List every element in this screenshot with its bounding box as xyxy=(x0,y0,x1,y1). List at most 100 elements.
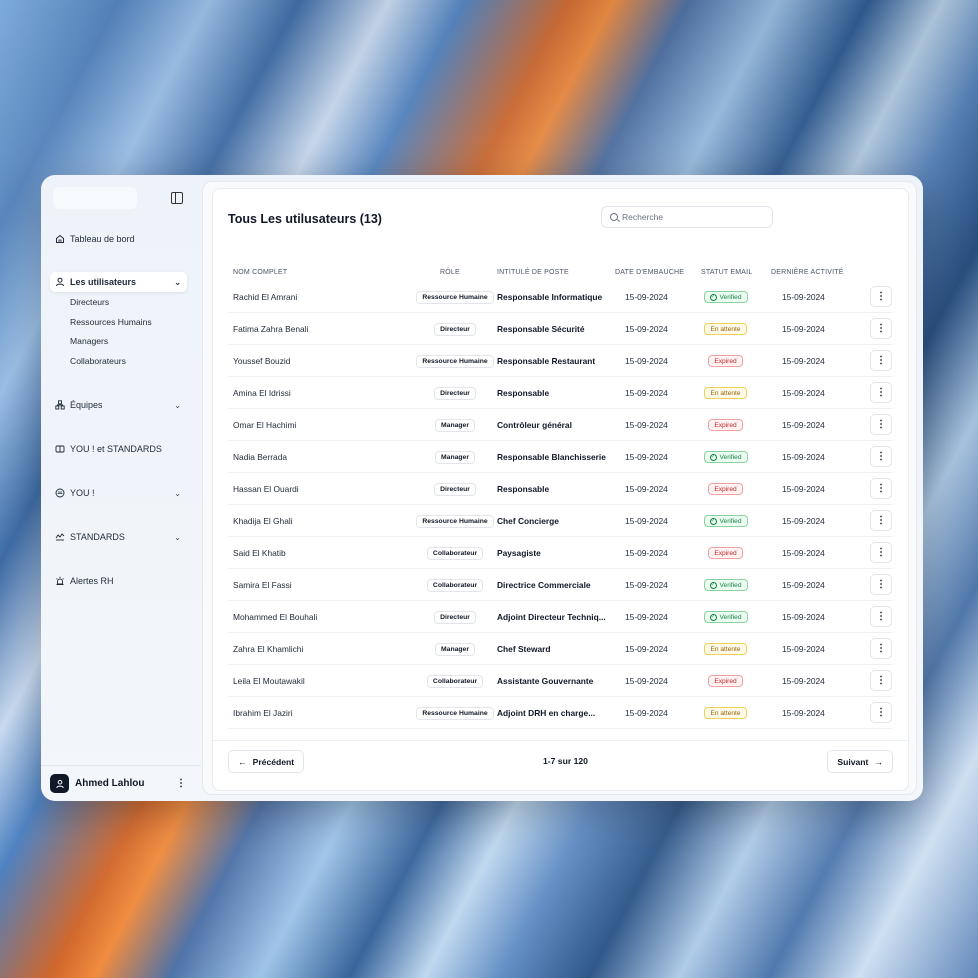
email-status-label: En attente xyxy=(710,325,741,333)
user-profile[interactable]: Ahmed Lahlou ⋮ xyxy=(41,765,201,801)
row-actions-button[interactable]: ⋮ xyxy=(870,318,892,339)
more-vertical-icon: ⋮ xyxy=(876,387,886,398)
email-status-badge: Expired xyxy=(708,355,743,367)
hire-date: 15-09-2024 xyxy=(625,356,668,366)
column-header-hire-date[interactable]: DATE D'EMBAUCHE xyxy=(615,269,684,276)
role-badge: Collaborateur xyxy=(426,674,484,688)
more-vertical-icon: ⋮ xyxy=(876,451,886,462)
user-full-name: Nadia Berrada xyxy=(233,452,288,462)
row-actions-button[interactable]: ⋮ xyxy=(870,382,892,403)
table-row[interactable]: Omar El Hachimi Manager Contrôleur général… xyxy=(228,409,892,441)
sidebar-subitem-managers[interactable]: Managers xyxy=(70,336,108,346)
sidebar-item-you-standards[interactable]: YOU ! et STANDARDS xyxy=(50,439,187,459)
job-title: Responsable xyxy=(497,484,550,494)
email-status-badge: En attente xyxy=(704,323,747,335)
app-window: Tableau de bord Les utilisateurs ⌄ Direc… xyxy=(41,175,923,801)
last-activity: 15-09-2024 xyxy=(782,484,825,494)
email-status-badge: ✓ Verified xyxy=(703,515,748,527)
pagination: ← Précédent 1-7 sur 120 Suivant → xyxy=(213,740,908,790)
table-row[interactable]: Samira El Fassi Collaborateur Directrice C… xyxy=(228,569,892,601)
row-actions-button[interactable]: ⋮ xyxy=(870,542,892,563)
job-title: Responsable Restaurant xyxy=(497,356,596,366)
more-vertical-icon: ⋮ xyxy=(876,547,886,558)
more-vertical-icon: ⋮ xyxy=(876,323,886,334)
content-area: Tous Les utilusateurs (13) Recherche NOM… xyxy=(202,181,917,795)
table-row[interactable]: Amina El Idrissi Directeur Responsable 15-0… xyxy=(228,377,892,409)
next-label: Suivant xyxy=(837,756,869,767)
email-status-label: En attente xyxy=(710,645,741,653)
row-actions-button[interactable]: ⋮ xyxy=(870,510,892,531)
column-header-title[interactable]: INTITULÉ DE POSTE xyxy=(497,269,569,276)
user-icon xyxy=(55,277,65,287)
user-full-name: Youssef Bouzid xyxy=(233,356,291,366)
sidebar-item-users[interactable]: Les utilisateurs ⌄ xyxy=(50,272,187,292)
user-full-name: Samira El Fassi xyxy=(233,580,292,590)
row-actions-button[interactable]: ⋮ xyxy=(870,414,892,435)
email-status-badge: Expired xyxy=(708,419,743,431)
row-actions-button[interactable]: ⋮ xyxy=(870,286,892,307)
sidebar-subitem-directeurs[interactable]: Directeurs xyxy=(70,297,109,307)
email-status-label: Verified xyxy=(719,293,742,301)
user-full-name: Rachid El Amrani xyxy=(233,292,298,302)
row-actions-button[interactable]: ⋮ xyxy=(870,702,892,723)
next-button[interactable]: Suivant → xyxy=(827,750,893,773)
row-actions-button[interactable]: ⋮ xyxy=(870,446,892,467)
table-row[interactable]: Khadija El Ghali Ressource Humaine Chef Co… xyxy=(228,505,892,537)
user-full-name: Leila El Moutawakil xyxy=(233,676,305,686)
role-badge: Collaborateur xyxy=(426,578,484,592)
sidebar-item-alerts[interactable]: Alertes RH xyxy=(50,571,187,591)
page-title: Tous Les utilusateurs (13) xyxy=(228,212,382,226)
table-row[interactable]: Leila El Moutawakil Collaborateur Assistan… xyxy=(228,665,892,697)
chevron-down-icon: ⌄ xyxy=(174,488,181,498)
more-vertical-icon: ⋮ xyxy=(876,291,886,302)
table-row[interactable]: Zahra El Khamlichi Manager Chef Steward 15-… xyxy=(228,633,892,665)
role-badge: Collaborateur xyxy=(426,546,484,560)
table-row[interactable]: Ibrahim El Jaziri Ressource Humaine Adjoin… xyxy=(228,697,892,729)
row-actions-button[interactable]: ⋮ xyxy=(870,606,892,627)
sidebar-item-dashboard[interactable]: Tableau de bord xyxy=(50,229,187,249)
row-actions-button[interactable]: ⋮ xyxy=(870,670,892,691)
column-header-name[interactable]: NOM COMPLET xyxy=(233,269,287,276)
table-row[interactable]: Nadia Berrada Manager Responsable Blanchis… xyxy=(228,441,892,473)
user-full-name: Hassan El Ouardi xyxy=(233,484,299,494)
table-row[interactable]: Said El Khatib Collaborateur Paysagiste 15-… xyxy=(228,537,892,569)
sidebar-item-label: Tableau de bord xyxy=(70,234,135,244)
row-actions-button[interactable]: ⋮ xyxy=(870,478,892,499)
more-vertical-icon: ⋮ xyxy=(876,611,886,622)
table-row[interactable]: Fatima Zahra Benali Directeur Responsable … xyxy=(228,313,892,345)
role-badge: Ressource Humaine xyxy=(416,290,494,304)
row-actions-button[interactable]: ⋮ xyxy=(870,638,892,659)
column-header-last-activity[interactable]: DERNIÈRE ACTIVITÉ xyxy=(771,269,844,276)
job-title: Responsable Informatique xyxy=(497,292,603,302)
email-status-label: Verified xyxy=(719,453,742,461)
column-header-role[interactable]: RÔLE xyxy=(440,269,460,276)
last-activity: 15-09-2024 xyxy=(782,516,825,526)
sidebar-item-standards[interactable]: STANDARDS ⌄ xyxy=(50,527,187,547)
sidebar-item-teams[interactable]: Équipes ⌄ xyxy=(50,395,187,415)
column-header-email-status[interactable]: STATUT EMAIL xyxy=(701,269,752,276)
hire-date: 15-09-2024 xyxy=(625,708,668,718)
more-vertical-icon: ⋮ xyxy=(876,707,886,718)
role-badge: Ressource Humaine xyxy=(416,706,494,720)
table-row[interactable]: Mohammed El Bouhali Directeur Adjoint Dire… xyxy=(228,601,892,633)
sidebar-toggle-icon[interactable] xyxy=(171,192,183,204)
hire-date: 15-09-2024 xyxy=(625,516,668,526)
hire-date: 15-09-2024 xyxy=(625,452,668,462)
table-row[interactable]: Youssef Bouzid Ressource Humaine Responsab… xyxy=(228,345,892,377)
row-actions-button[interactable]: ⋮ xyxy=(870,350,892,371)
sidebar-subitem-rh[interactable]: Ressources Humains xyxy=(70,317,152,327)
email-status-badge: ✓ Verified xyxy=(703,451,748,463)
role-badge: Directeur xyxy=(434,386,476,400)
sidebar-item-you[interactable]: YOU ! ⌄ xyxy=(50,483,187,503)
check-circle-icon: ✓ xyxy=(709,613,717,621)
table-row[interactable]: Rachid El Amrani Ressource Humaine Respons… xyxy=(228,281,892,313)
sidebar-item-label: YOU ! et STANDARDS xyxy=(70,444,162,454)
more-vertical-icon: ⋮ xyxy=(876,643,886,654)
more-vertical-icon[interactable]: ⋮ xyxy=(176,778,186,789)
row-actions-button[interactable]: ⋮ xyxy=(870,574,892,595)
email-status-label: En attente xyxy=(710,709,741,717)
sidebar-subitem-collaborateurs[interactable]: Collaborateurs xyxy=(70,356,126,366)
search-input[interactable]: Recherche xyxy=(601,206,773,228)
table-row[interactable]: Hassan El Ouardi Directeur Responsable 15-0… xyxy=(228,473,892,505)
previous-button[interactable]: ← Précédent xyxy=(228,750,305,773)
